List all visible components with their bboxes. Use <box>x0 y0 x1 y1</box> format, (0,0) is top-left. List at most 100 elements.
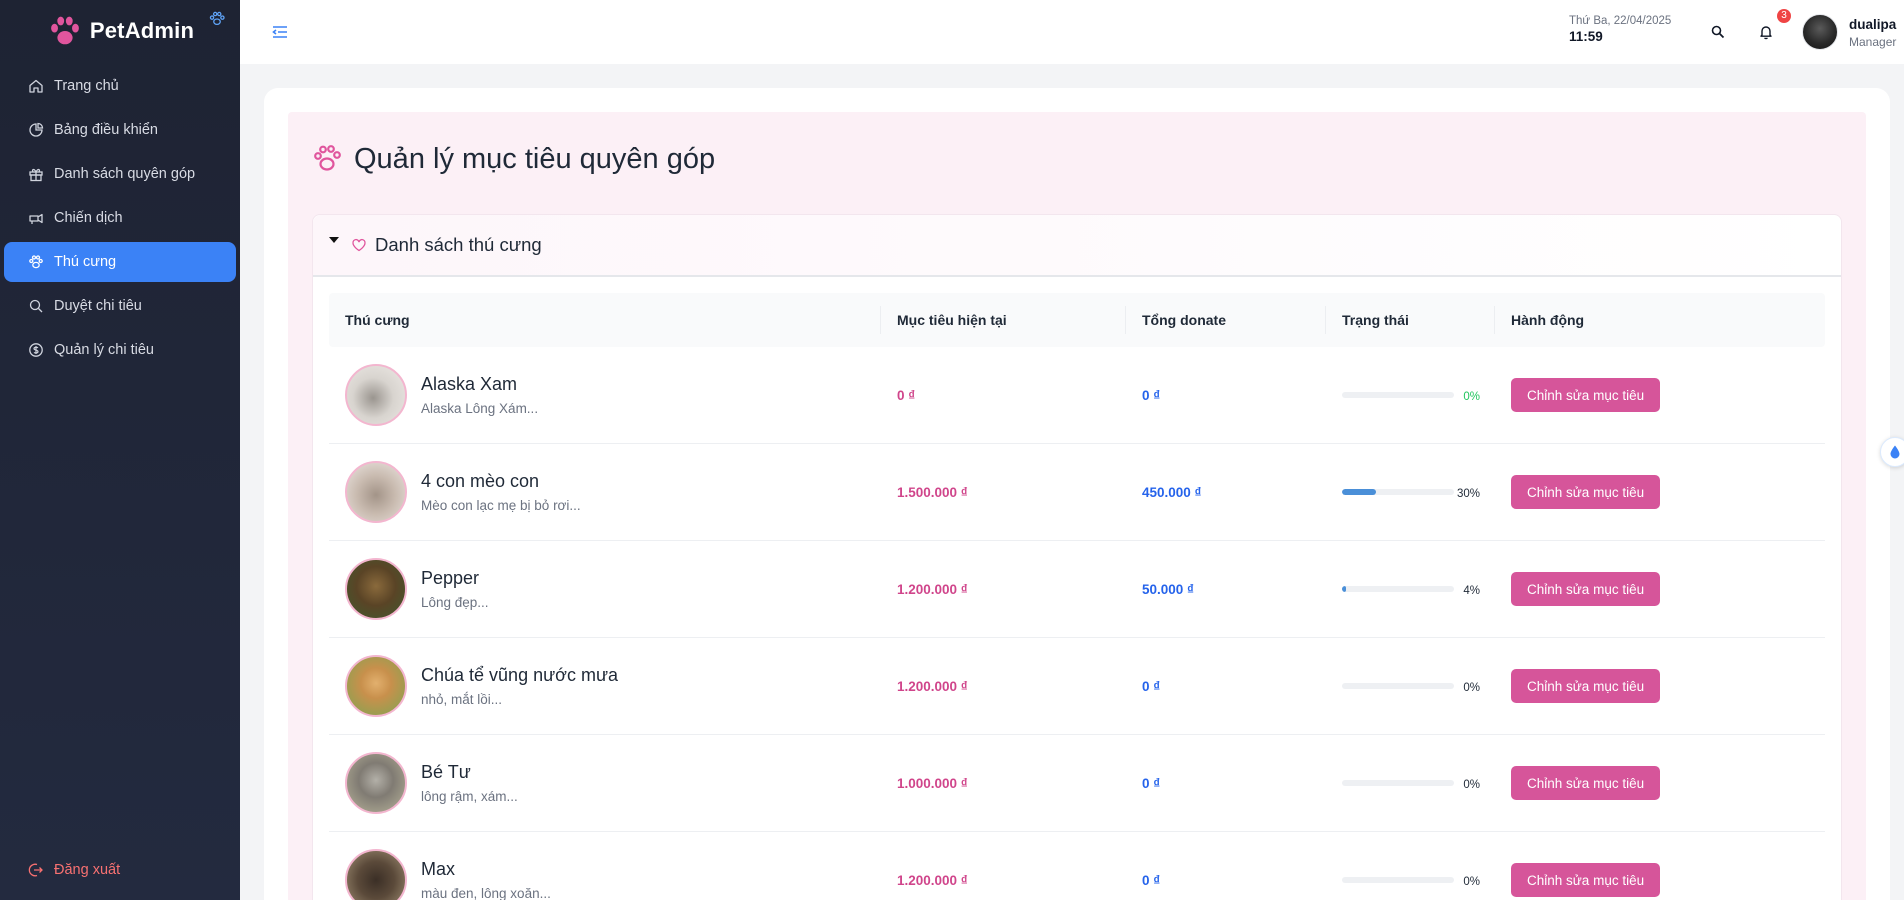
progress-bar <box>1342 683 1454 689</box>
pet-avatar <box>345 849 407 900</box>
action-cell: Chỉnh sửa mục tiêu <box>1495 735 1815 831</box>
total-donate-value: 0 ₫ <box>1142 678 1161 694</box>
main-card: Quản lý mục tiêu quyên góp Danh sách thú… <box>264 88 1890 900</box>
sidebar-item-campaigns[interactable]: Chiến dịch <box>4 198 236 238</box>
menu-collapse-icon[interactable] <box>270 22 290 42</box>
goal-cell: 1.000.000 ₫ <box>881 735 1126 831</box>
home-icon <box>29 79 43 93</box>
progress-percent: 4% <box>1463 585 1480 597</box>
bell-icon[interactable] <box>1758 24 1774 40</box>
sidebar-item-donations[interactable]: Danh sách quyên góp <box>4 154 236 194</box>
sidebar-item-label: Thú cưng <box>54 254 117 270</box>
logout-button[interactable]: Đăng xuất <box>4 850 236 890</box>
status-cell: 0% <box>1326 347 1495 443</box>
edit-goal-button[interactable]: Chỉnh sửa mục tiêu <box>1511 669 1661 703</box>
goal-cell: 1.500.000 ₫ <box>881 444 1126 540</box>
datetime: Thứ Ba, 22/04/2025 11:59 <box>1569 15 1671 44</box>
pet-description: nhỏ, mắt lồi... <box>421 692 503 707</box>
sidebar-item-label: Danh sách quyên góp <box>54 166 196 182</box>
pet-avatar <box>345 558 407 620</box>
total-donate-value: 50.000 ₫ <box>1142 581 1194 597</box>
action-cell: Chỉnh sửa mục tiêu <box>1495 541 1815 637</box>
pet-avatar <box>345 752 407 814</box>
status-cell: 0% <box>1326 832 1495 900</box>
sidebar-nav: Trang chủ Bảng điều khiển Danh sách quyê… <box>0 66 240 370</box>
donate-cell: 0 ₫ <box>1126 735 1326 831</box>
campaign-icon <box>29 213 43 224</box>
total-donate-value: 0 ₫ <box>1142 872 1161 888</box>
pet-cell: Max màu đen, lông xoăn... <box>329 832 881 900</box>
goal-cell: 1.200.000 ₫ <box>881 541 1126 637</box>
sidebar-item-label: Chiến dịch <box>54 210 123 226</box>
edit-goal-button[interactable]: Chỉnh sửa mục tiêu <box>1511 378 1661 412</box>
logout-label: Đăng xuất <box>54 862 121 878</box>
collapse-caret-icon[interactable] <box>329 237 339 243</box>
paw-icon <box>29 255 43 269</box>
page-title: Quản lý mục tiêu quyên góp <box>354 142 716 175</box>
progress-bar <box>1342 877 1454 883</box>
table-row: Chúa tể vũng nước mưa nhỏ, mắt lồi... 1.… <box>329 638 1825 735</box>
paw-toggle-icon[interactable] <box>208 10 226 28</box>
progress-percent: 0% <box>1463 876 1480 888</box>
progress-percent: 30% <box>1456 488 1480 500</box>
brand-name: PetAdmin <box>89 18 195 43</box>
sidebar-item-home[interactable]: Trang chủ <box>4 66 236 106</box>
donate-cell: 50.000 ₫ <box>1126 541 1326 637</box>
user-role: Manager <box>1849 35 1897 49</box>
header-pet: Thú cưng <box>329 306 881 334</box>
table-row: 4 con mèo con Mèo con lạc mẹ bị bỏ rơi..… <box>329 444 1825 541</box>
panel-header[interactable]: Danh sách thú cưng <box>313 215 1841 277</box>
pet-name: Chúa tể vũng nước mưa <box>421 665 618 685</box>
edit-goal-button[interactable]: Chỉnh sửa mục tiêu <box>1511 766 1661 800</box>
search-icon[interactable] <box>1710 24 1726 40</box>
avatar[interactable] <box>1802 14 1838 50</box>
table-body: Alaska Xam Alaska Lông Xám... 0 ₫ 0 ₫ 0%… <box>329 347 1825 900</box>
pet-name: Max <box>421 859 456 879</box>
sidebar: PetAdmin Trang chủ Bảng điều khiển Danh … <box>0 0 240 900</box>
sidebar-item-approve-spending[interactable]: Duyệt chi tiêu <box>4 286 236 326</box>
pet-cell: Alaska Xam Alaska Lông Xám... <box>329 347 881 443</box>
edit-goal-button[interactable]: Chỉnh sửa mục tiêu <box>1511 475 1661 509</box>
progress-percent: 0% <box>1463 682 1480 694</box>
progress-fill <box>1342 586 1347 592</box>
sidebar-item-manage-spending[interactable]: Quản lý chi tiêu <box>4 330 236 370</box>
progress-bar <box>1342 392 1454 398</box>
paw-title-icon <box>314 145 341 171</box>
pet-description: Mèo con lạc mẹ bị bỏ rơi... <box>421 498 581 513</box>
action-cell: Chỉnh sửa mục tiêu <box>1495 832 1815 900</box>
panel-title: Danh sách thú cưng <box>375 234 542 255</box>
edit-goal-button[interactable]: Chỉnh sửa mục tiêu <box>1511 572 1661 606</box>
table-header: Thú cưng Mục tiêu hiện tại Tổng donate T… <box>329 293 1825 347</box>
donate-cell: 450.000 ₫ <box>1126 444 1326 540</box>
floating-drop-button[interactable] <box>1880 437 1904 467</box>
total-donate-value: 0 ₫ <box>1142 775 1161 791</box>
brand[interactable]: PetAdmin <box>0 0 240 62</box>
logout-icon <box>28 863 43 877</box>
current-goal-value: 1.200.000 ₫ <box>897 581 968 597</box>
pet-description: màu đen, lông xoăn... <box>421 886 551 900</box>
pet-description: lông rậm, xám... <box>421 789 518 804</box>
goal-cell: 0 ₫ <box>881 347 1126 443</box>
pet-cell: Bé Tư lông rậm, xám... <box>329 735 881 831</box>
sidebar-item-pets[interactable]: Thú cưng <box>4 242 236 282</box>
pet-description: Lông đẹp... <box>421 595 489 610</box>
pet-cell: Chúa tể vũng nước mưa nhỏ, mắt lồi... <box>329 638 881 734</box>
progress-bar <box>1342 586 1454 592</box>
heart-icon <box>352 238 366 252</box>
sidebar-item-dashboard[interactable]: Bảng điều khiển <box>4 110 236 150</box>
goal-cell: 1.200.000 ₫ <box>881 832 1126 900</box>
pet-name: Bé Tư <box>421 762 471 782</box>
header-total-donate: Tổng donate <box>1126 306 1326 334</box>
status-cell: 0% <box>1326 638 1495 734</box>
edit-goal-button[interactable]: Chỉnh sửa mục tiêu <box>1511 863 1661 897</box>
user-name[interactable]: dualipa <box>1849 17 1896 32</box>
goal-cell: 1.200.000 ₫ <box>881 638 1126 734</box>
donate-cell: 0 ₫ <box>1126 347 1326 443</box>
pet-list-panel: Danh sách thú cưng Thú cưng Mục tiêu hiệ… <box>312 214 1842 900</box>
status-cell: 4% <box>1326 541 1495 637</box>
current-goal-value: 1.500.000 ₫ <box>897 484 968 500</box>
progress-percent: 0% <box>1463 391 1480 403</box>
pet-description: Alaska Lông Xám... <box>421 401 539 416</box>
table-row: Pepper Lông đẹp... 1.200.000 ₫ 50.000 ₫ … <box>329 541 1825 638</box>
current-goal-value: 1.200.000 ₫ <box>897 678 968 694</box>
